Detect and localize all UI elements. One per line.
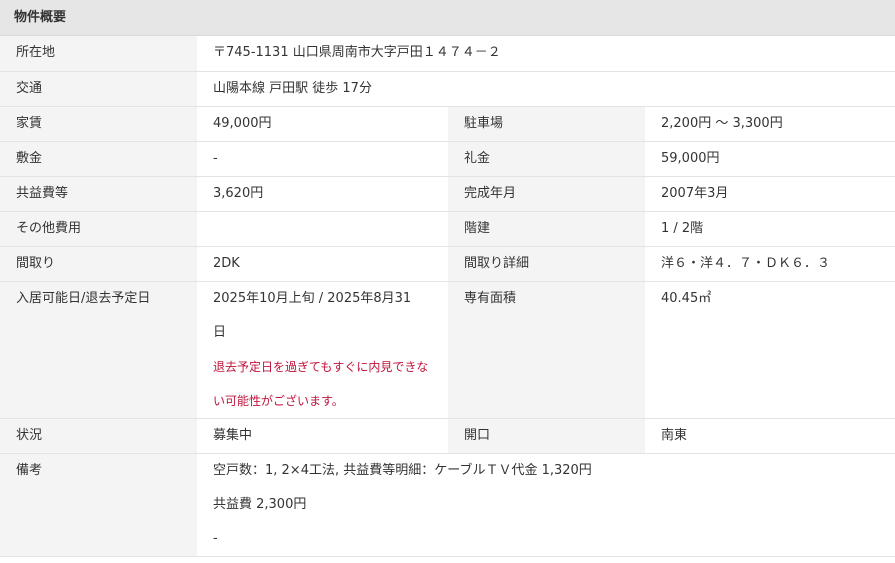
move-in-label: 入居可能日/退去予定日: [0, 281, 197, 419]
layout-label: 間取り: [0, 246, 197, 282]
floor-label: 階建: [448, 211, 645, 247]
table-row: 間取り 2DK 間取り詳細 洋６・洋４．７・ＤＫ６．３: [0, 246, 895, 282]
deposit-value: -: [197, 141, 448, 177]
access-value: 山陽本線 戸田駅 徒歩 17分: [197, 71, 895, 107]
built-label: 完成年月: [448, 176, 645, 212]
layout-detail-label: 間取り詳細: [448, 246, 645, 282]
table-row: 家賃 49,000円 駐車場 2,200円 ～ 3,300円: [0, 106, 895, 142]
key-money-value: 59,000円: [645, 141, 895, 177]
table-row: 所在地 〒745-1131 山口県周南市大字戸田１４７４－２: [0, 36, 895, 72]
address-value: 〒745-1131 山口県周南市大字戸田１４７４－２: [197, 36, 895, 72]
deposit-label: 敷金: [0, 141, 197, 177]
other-costs-value: [197, 211, 448, 247]
remarks-line: 空戸数：1, 2×4工法, 共益費等明細：ケーブルＴＶ代金 1,320円: [213, 462, 592, 478]
remarks-line: -: [213, 530, 218, 546]
remarks-line: 共益費 2,300円: [213, 496, 307, 512]
move-in-date: 2025年10月上旬 / 2025年8月31: [213, 290, 412, 306]
status-value: 募集中: [197, 418, 448, 454]
parking-value: 2,200円 ～ 3,300円: [645, 106, 895, 142]
viewing-notice: 退去予定日を過ぎてもすぐに内見できな: [213, 359, 429, 374]
viewing-notice-cont: い可能性がございます。: [213, 393, 344, 408]
key-money-label: 礼金: [448, 141, 645, 177]
table-row: 交通 山陽本線 戸田駅 徒歩 17分: [0, 71, 895, 107]
address-label: 所在地: [0, 36, 197, 72]
other-costs-label: その他費用: [0, 211, 197, 247]
table-row: 敷金 - 礼金 59,000円: [0, 141, 895, 177]
access-label: 交通: [0, 71, 197, 107]
table-row: 共益費等 3,620円 完成年月 2007年3月: [0, 176, 895, 212]
built-value: 2007年3月: [645, 176, 895, 212]
common-fee-value: 3,620円: [197, 176, 448, 212]
move-in-date-cont: 日: [213, 324, 227, 340]
layout-detail-value: 洋６・洋４．７・ＤＫ６．３: [645, 246, 895, 282]
move-in-cell: 2025年10月上旬 / 2025年8月31 日 退去予定日を過ぎてもすぐに内見…: [197, 281, 448, 419]
area-value: 40.45㎡: [645, 281, 895, 419]
area-label: 専有面積: [448, 281, 645, 419]
section-title: 物件概要: [0, 0, 895, 36]
property-summary-panel: 物件概要 所在地 〒745-1131 山口県周南市大字戸田１４７４－２ 交通 山…: [0, 0, 895, 563]
table-row: その他費用 階建 1 / 2階: [0, 211, 895, 247]
table-row: 状況 募集中 開口 南東: [0, 418, 895, 454]
rent-label: 家賃: [0, 106, 197, 142]
facing-value: 南東: [645, 418, 895, 454]
table-row: 入居可能日/退去予定日 2025年10月上旬 / 2025年8月31 日 退去予…: [0, 281, 895, 419]
status-label: 状況: [0, 418, 197, 454]
parking-label: 駐車場: [448, 106, 645, 142]
remarks-label: 備考: [0, 453, 197, 557]
property-summary-table: 所在地 〒745-1131 山口県周南市大字戸田１４７４－２ 交通 山陽本線 戸…: [0, 36, 895, 557]
facing-label: 開口: [448, 418, 645, 454]
layout-value: 2DK: [197, 246, 448, 282]
rent-value: 49,000円: [197, 106, 448, 142]
remarks-cell: 空戸数：1, 2×4工法, 共益費等明細：ケーブルＴＶ代金 1,320円 共益費…: [197, 453, 895, 557]
floor-value: 1 / 2階: [645, 211, 895, 247]
table-row: 備考 空戸数：1, 2×4工法, 共益費等明細：ケーブルＴＶ代金 1,320円 …: [0, 453, 895, 557]
common-fee-label: 共益費等: [0, 176, 197, 212]
